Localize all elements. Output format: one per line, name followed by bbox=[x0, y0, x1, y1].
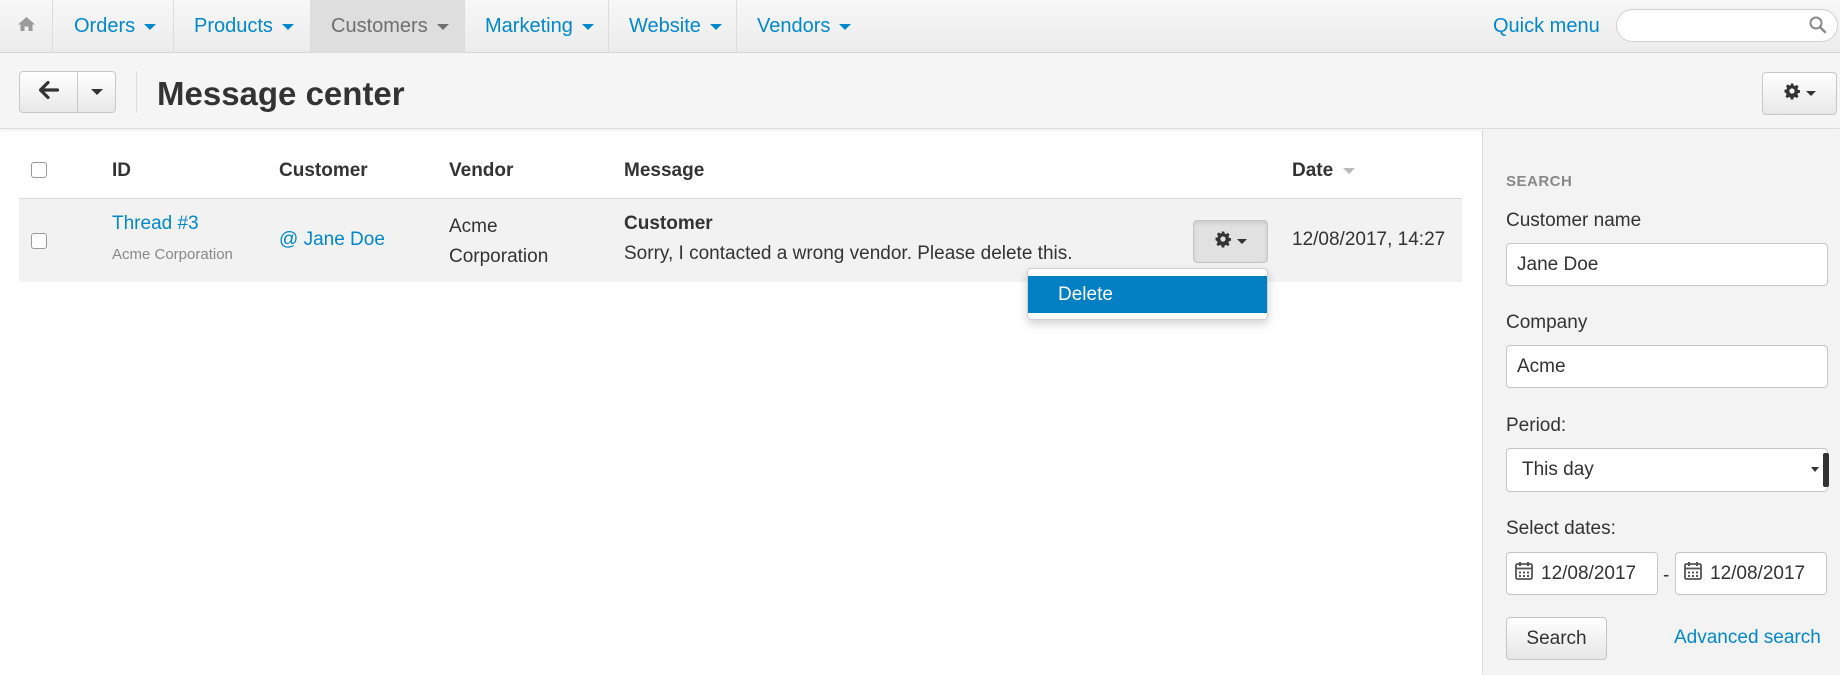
page-settings-button[interactable] bbox=[1762, 72, 1837, 115]
nav-vendors[interactable]: Vendors bbox=[737, 0, 869, 53]
row-actions-menu: Delete bbox=[1027, 268, 1268, 320]
company-label: Company bbox=[1506, 312, 1588, 333]
nav-orders[interactable]: Orders bbox=[54, 0, 174, 53]
home-button[interactable] bbox=[0, 0, 53, 53]
chevron-down-icon bbox=[1237, 239, 1247, 244]
vendor-cell: Acme Corporation bbox=[449, 216, 549, 267]
sort-desc-icon bbox=[1343, 167, 1356, 174]
arrow-left-icon bbox=[38, 80, 59, 104]
quick-menu-link[interactable]: Quick menu bbox=[1493, 15, 1600, 38]
chevron-down-icon bbox=[144, 23, 157, 30]
top-search-input[interactable] bbox=[1616, 9, 1838, 42]
header-divider bbox=[136, 71, 137, 113]
date-to-value: 12/08/2017 bbox=[1710, 562, 1806, 584]
message-author: Customer bbox=[624, 213, 713, 234]
nav-marketing-label: Marketing bbox=[485, 15, 573, 37]
menu-item-delete[interactable]: Delete bbox=[1028, 276, 1267, 313]
search-button[interactable]: Search bbox=[1506, 617, 1607, 660]
calendar-icon bbox=[1684, 561, 1702, 586]
period-select[interactable]: This day bbox=[1506, 448, 1829, 492]
nav-customers-label: Customers bbox=[331, 15, 428, 37]
customer-name-label: Customer name bbox=[1506, 210, 1642, 231]
column-header-date-label: Date bbox=[1292, 160, 1334, 181]
chevron-down-icon bbox=[436, 23, 449, 30]
row-checkbox[interactable] bbox=[31, 233, 47, 249]
chevron-down-icon bbox=[709, 23, 722, 30]
chevron-down-icon bbox=[90, 89, 103, 95]
chevron-down-icon bbox=[839, 23, 852, 30]
gear-icon bbox=[1783, 82, 1801, 105]
back-button[interactable] bbox=[20, 72, 78, 112]
thread-link[interactable]: Thread #3 bbox=[112, 213, 199, 235]
search-icon bbox=[1809, 16, 1827, 39]
date-from-input[interactable]: 12/08/2017 bbox=[1506, 552, 1658, 595]
back-button-group bbox=[19, 71, 116, 113]
calendar-icon bbox=[1515, 561, 1533, 586]
chevron-down-icon bbox=[1811, 467, 1819, 472]
nav-products-label: Products bbox=[194, 15, 273, 37]
nav-vendors-label: Vendors bbox=[757, 15, 831, 37]
date-range-separator: - bbox=[1663, 565, 1670, 586]
top-navigation: Orders Products Customers Marketing Webs… bbox=[0, 0, 1840, 53]
chevron-down-icon bbox=[581, 23, 594, 30]
home-icon bbox=[17, 16, 36, 37]
date-cell: 12/08/2017, 14:27 bbox=[1292, 229, 1446, 250]
column-header-message[interactable]: Message bbox=[624, 160, 704, 182]
nav-marketing[interactable]: Marketing bbox=[465, 0, 609, 53]
message-text: Sorry, I contacted a wrong vendor. Pleas… bbox=[624, 243, 1073, 264]
nav-products[interactable]: Products bbox=[174, 0, 311, 53]
company-input[interactable] bbox=[1506, 345, 1828, 388]
date-to-input[interactable]: 12/08/2017 bbox=[1675, 552, 1827, 595]
page-title: Message center bbox=[157, 75, 405, 112]
nav-orders-label: Orders bbox=[74, 15, 136, 37]
back-dropdown-button[interactable] bbox=[78, 72, 115, 112]
nav-website-label: Website bbox=[629, 15, 701, 37]
gear-icon bbox=[1214, 230, 1232, 253]
column-header-customer[interactable]: Customer bbox=[279, 160, 368, 182]
date-from-value: 12/08/2017 bbox=[1541, 562, 1637, 584]
column-header-vendor[interactable]: Vendor bbox=[449, 160, 513, 182]
select-all-checkbox[interactable] bbox=[31, 162, 47, 178]
column-header-date[interactable]: Date bbox=[1292, 160, 1356, 182]
customer-link[interactable]: @ Jane Doe bbox=[279, 229, 385, 251]
period-label: Period: bbox=[1506, 415, 1567, 436]
row-actions-button[interactable] bbox=[1193, 220, 1268, 263]
nav-website[interactable]: Website bbox=[609, 0, 737, 53]
thread-company: Acme Corporation bbox=[112, 246, 233, 263]
chevron-down-icon bbox=[281, 23, 294, 30]
advanced-search-link[interactable]: Advanced search bbox=[1674, 627, 1821, 649]
select-handle bbox=[1823, 453, 1829, 487]
nav-customers[interactable]: Customers bbox=[311, 0, 465, 53]
select-dates-label: Select dates: bbox=[1506, 518, 1616, 539]
sidebar-heading: SEARCH bbox=[1506, 173, 1573, 190]
customer-name-input[interactable] bbox=[1506, 243, 1828, 286]
chevron-down-icon bbox=[1806, 91, 1816, 96]
period-select-value: This day bbox=[1522, 459, 1594, 480]
column-header-id[interactable]: ID bbox=[112, 160, 131, 182]
